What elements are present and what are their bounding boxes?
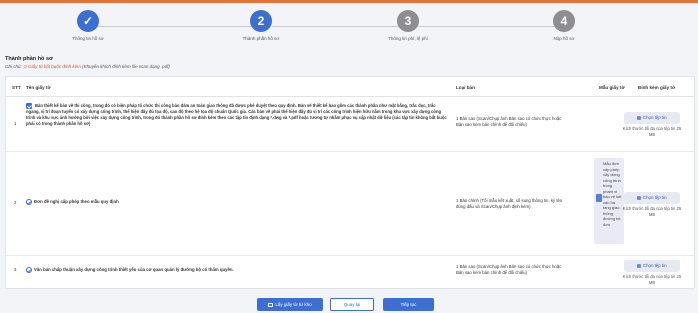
choose-file-label: Chọn tệp tin (642, 263, 667, 268)
step-nop-ho-so[interactable]: 4 Nộp hồ sơ (504, 10, 624, 41)
header-type: Loại bản (456, 85, 475, 90)
step-thong-tin-phi[interactable]: 3 Thông tin phí, lệ phí (348, 10, 468, 41)
step-number: 2 (250, 10, 272, 32)
table-header: STT Tên giấy tờ Loại bản Mẫu giấy tờ Đín… (6, 77, 694, 97)
choose-file-button[interactable]: Chọn tệp tin (624, 112, 680, 124)
template-text: Mẫu đơn cấp phép xây dựng công trình tro… (603, 161, 622, 227)
row-stt: 2 (14, 200, 17, 205)
section-note: Ghi chú: ⊙ Giấy tờ bắt buộc đính kèm (Kh… (5, 64, 170, 70)
step-label: Thành phần hồ sơ (242, 36, 280, 41)
row-type: 1 Bản sao (Scan/Chụp ảnh Bản sao có chức… (456, 264, 562, 276)
header-attach: Đính kèm giấy tờ (638, 85, 676, 90)
template-download[interactable]: Mẫu đơn cấp phép xây dựng công trình tro… (594, 158, 624, 244)
row-type: 1 Bản sao (Scan/Chụp ảnh Bản sao có chức… (456, 116, 562, 128)
note-required: Giấy tờ bắt buộc đính kèm (28, 64, 81, 69)
file-size-note: Kích thước tối đa của tệp tin 25 MB (622, 206, 682, 217)
file-size-note: Kích thước tối đa của tệp tin 25 MB (622, 274, 682, 285)
row-name-text: Bản thiết kế bản vẽ thi công, trong đó c… (26, 103, 447, 127)
section-title: Thành phần hồ sơ (5, 56, 53, 62)
check-circle-icon (26, 267, 32, 273)
choose-file-label: Chọn tệp tin (642, 195, 667, 200)
step-number: 4 (553, 10, 575, 32)
step-thong-tin-ho-so[interactable]: ✓ Thông tin hồ sơ (28, 10, 148, 41)
upload-icon (637, 115, 642, 120)
step-1-check-icon: ✓ (77, 10, 99, 32)
table-row: 2 Đơn đề nghị cấp phép theo mẫu quy định… (6, 152, 694, 256)
row-name-text: Đơn đề nghị cấp phép theo mẫu quy định (34, 199, 119, 205)
row-type: 1 Bản chính (Tối mẫu kết xuất, số sung t… (456, 198, 563, 210)
upload-icon (637, 263, 642, 268)
header-name: Tên giấy tờ (26, 85, 51, 90)
row-name: Bản thiết kế bản vẽ thi công, trong đó c… (26, 103, 450, 127)
step-label: Thông tin phí, lệ phí (388, 36, 428, 41)
document-icon (596, 194, 602, 202)
step-number: 3 (397, 10, 419, 32)
documents-table: STT Tên giấy tờ Loại bản Mẫu giấy tờ Đín… (5, 76, 695, 289)
header-template: Mẫu giấy tờ (599, 85, 625, 90)
header-stt: STT (12, 85, 21, 90)
check-circle-icon (26, 199, 32, 205)
footer-actions: Lấy giấy tờ từ kho Quay lại Tiếp tục (0, 298, 698, 313)
row-stt: 3 (14, 267, 17, 272)
table-row: 1 Bản thiết kế bản vẽ thi công, trong đó… (6, 97, 694, 152)
file-size-note: Kích thước tối đa của tệp tin 25 MB (622, 126, 682, 137)
row-name: Đơn đề nghị cấp phép theo mẫu quy định (26, 199, 426, 205)
choose-file-button[interactable]: Chọn tệp tin (624, 192, 680, 204)
get-from-storage-button[interactable]: Lấy giấy tờ từ kho (257, 298, 323, 311)
get-from-storage-label: Lấy giấy tờ từ kho (275, 302, 312, 307)
step-label: Thông tin hồ sơ (72, 36, 104, 41)
required-marker-icon: ⊙ (23, 64, 27, 69)
row-name: Văn bản chấp thuận xây dựng công trình t… (26, 267, 446, 273)
continue-button[interactable]: Tiếp tục (383, 298, 434, 311)
table-row: 3 Văn bản chấp thuận xây dựng công trình… (6, 256, 694, 289)
row-name-text: Văn bản chấp thuận xây dựng công trình t… (34, 267, 234, 273)
top-accent-bar (0, 0, 698, 3)
progress-stepper: ✓ Thông tin hồ sơ 2 Thành phần hồ sơ 3 T… (0, 5, 698, 47)
folder-icon (268, 302, 274, 307)
back-button[interactable]: Quay lại (330, 298, 374, 311)
step-thanh-phan-ho-so[interactable]: 2 Thành phần hồ sơ (201, 10, 321, 41)
choose-file-label: Chọn tệp tin (642, 115, 667, 120)
note-prefix: Ghi chú: (5, 64, 22, 69)
step-label: Nộp hồ sơ (553, 36, 575, 41)
checkbox-checked-icon[interactable] (26, 103, 32, 109)
row-stt: 1 (14, 121, 17, 126)
choose-file-button[interactable]: Chọn tệp tin (624, 260, 680, 272)
note-rest: (Khuyến khích đính kèm file scan dạng .p… (82, 64, 170, 69)
upload-icon (637, 195, 642, 200)
